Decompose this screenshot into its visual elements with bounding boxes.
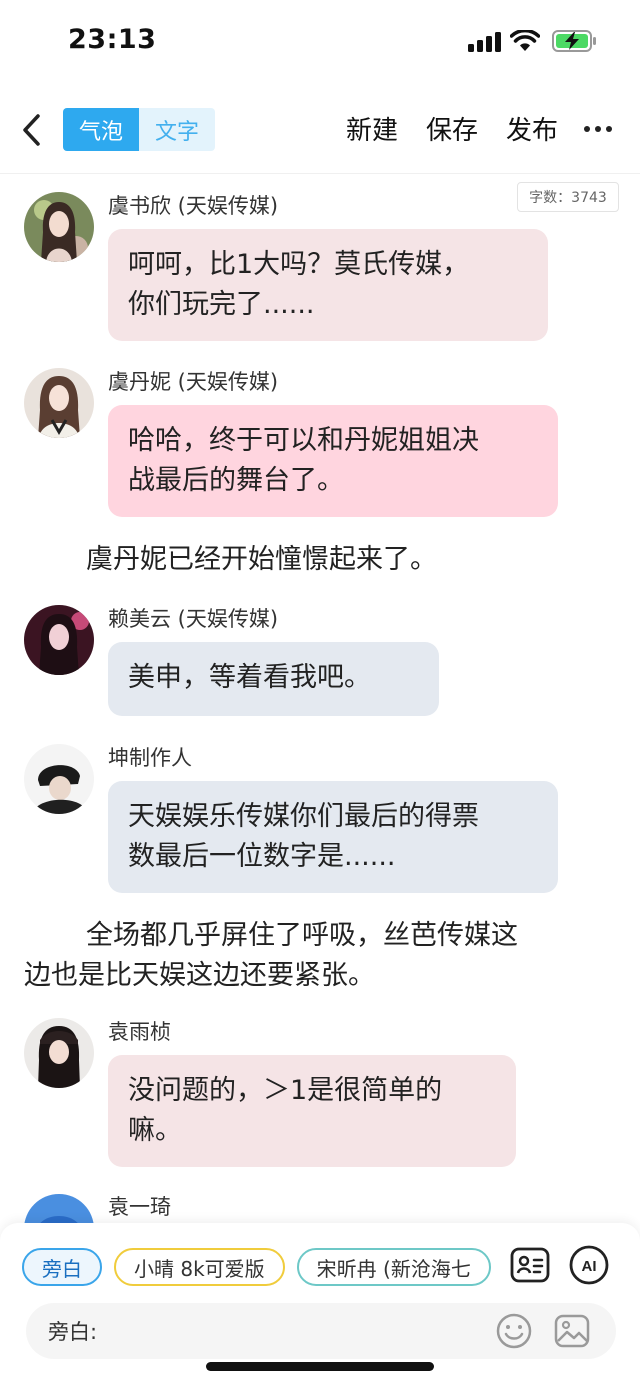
save-button[interactable]: 保存 (426, 110, 478, 147)
wifi-icon (510, 30, 540, 51)
avatar[interactable] (24, 744, 94, 814)
mode-toggle: 气泡 文字 (63, 108, 215, 151)
message-input[interactable]: 旁白: (26, 1303, 616, 1359)
role-chip[interactable]: 小晴 8k可爱版 (114, 1248, 285, 1286)
message-author: 虞书欣 (天娱传媒) (108, 194, 279, 218)
input-role-label: 旁白: (48, 1320, 98, 1344)
message-author: 袁雨桢 (108, 1020, 171, 1044)
message-author: 赖美云 (天娱传媒) (108, 607, 279, 631)
message-line: 美申，等着看我吧。 (128, 662, 371, 693)
publish-button[interactable]: 发布 (506, 110, 558, 147)
character-card-icon[interactable] (510, 1245, 550, 1285)
message-line: 呵呵，比1大吗？莫氏传媒， (128, 249, 470, 280)
message-line: 天娱娱乐传媒你们最后的得票 (128, 801, 479, 832)
narration-text[interactable]: 虞丹妮已经开始憧憬起来了。 (24, 540, 616, 580)
message-bubble[interactable]: 没问题的，＞1是很简单的 嘛。 (108, 1055, 516, 1167)
narration-line: 虞丹妮已经开始憧憬起来了。 (86, 544, 437, 575)
message-line: 嘛。 (128, 1115, 182, 1146)
message-line: 数最后一位数字是...... (128, 841, 396, 872)
message-line: 没问题的，＞1是很简单的 (128, 1075, 443, 1106)
message-line: 你们玩完了...... (128, 289, 315, 320)
emoji-icon[interactable] (495, 1312, 533, 1350)
new-button[interactable]: 新建 (346, 110, 398, 147)
message-line: 哈哈，终于可以和丹妮姐姐决 (128, 425, 479, 456)
message-bubble[interactable]: 美申，等着看我吧。 (108, 642, 439, 716)
role-chip-list: 旁白 小晴 8k可爱版 宋昕冉 (新沧海七 (22, 1248, 492, 1286)
avatar[interactable] (24, 368, 94, 438)
home-indicator[interactable] (206, 1362, 434, 1371)
message-author: 袁一琦 (108, 1195, 171, 1219)
word-count-badge: 字数：3743 (517, 182, 619, 212)
role-chip-narrator[interactable]: 旁白 (22, 1248, 102, 1286)
message-bubble[interactable]: 天娱娱乐传媒你们最后的得票 数最后一位数字是...... (108, 781, 558, 893)
message-author: 虞丹妮 (天娱传媒) (108, 370, 279, 394)
narration-line: 边也是比天娱这边还要紧张。 (24, 960, 375, 991)
avatar[interactable] (24, 1018, 94, 1088)
message-bubble[interactable]: 呵呵，比1大吗？莫氏传媒， 你们玩完了...... (108, 229, 548, 341)
nav-bar: 气泡 文字 新建 保存 发布 (0, 86, 640, 174)
tab-bubble[interactable]: 气泡 (63, 108, 139, 151)
svg-text:AI: AI (582, 1258, 597, 1275)
avatar[interactable] (24, 605, 94, 675)
more-icon[interactable] (584, 126, 614, 134)
avatar[interactable] (24, 192, 94, 262)
status-bar: 23:13 (0, 0, 640, 86)
role-chip[interactable]: 宋昕冉 (新沧海七 (296, 1248, 491, 1286)
message-line: 战最后的舞台了。 (128, 465, 344, 496)
message-bubble[interactable]: 哈哈，终于可以和丹妮姐姐决 战最后的舞台了。 (108, 405, 558, 517)
narration-line: 全场都几乎屏住了呼吸，丝芭传媒这 (86, 920, 518, 951)
composer-panel: 旁白 小晴 8k可爱版 宋昕冉 (新沧海七 AI 旁白: (0, 1223, 640, 1385)
message-author: 坤制作人 (108, 746, 192, 770)
ai-icon[interactable]: AI (569, 1245, 609, 1285)
tab-text[interactable]: 文字 (139, 108, 215, 151)
battery-charging-icon (552, 30, 596, 52)
cellular-signal-icon (468, 32, 502, 52)
status-time: 23:13 (68, 24, 157, 55)
back-arrow-icon[interactable] (16, 110, 46, 150)
image-icon[interactable] (553, 1312, 591, 1350)
narration-text[interactable]: 全场都几乎屏住了呼吸，丝芭传媒这 边也是比天娱这边还要紧张。 (24, 916, 616, 996)
